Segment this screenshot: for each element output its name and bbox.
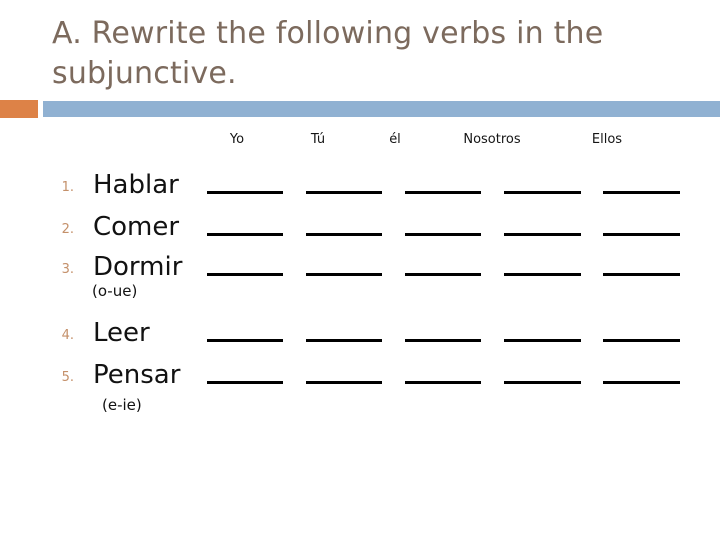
- divider-accent-blue: [43, 101, 720, 117]
- answer-blank[interactable]: [306, 233, 382, 236]
- column-header-ellos: Ellos: [591, 132, 623, 147]
- answer-blank[interactable]: [504, 273, 581, 276]
- verb-label: Pensar: [93, 360, 181, 390]
- row-number: 1.: [61, 180, 74, 195]
- slide-canvas: A. Rewrite the following verbs in the su…: [0, 0, 720, 540]
- answer-blank[interactable]: [405, 191, 481, 194]
- answer-blank[interactable]: [405, 339, 481, 342]
- answer-blank[interactable]: [603, 191, 680, 194]
- answer-blank[interactable]: [504, 339, 581, 342]
- table-row: 4. Leer: [0, 316, 720, 358]
- answer-blank[interactable]: [405, 381, 481, 384]
- row-number: 5.: [61, 370, 74, 385]
- answer-blank[interactable]: [504, 191, 581, 194]
- answer-blank[interactable]: [405, 233, 481, 236]
- answer-blank[interactable]: [207, 233, 283, 236]
- table-row: 5. Pensar: [0, 358, 720, 400]
- row-number: 2.: [61, 222, 74, 237]
- answer-blank[interactable]: [405, 273, 481, 276]
- answer-blank[interactable]: [207, 339, 283, 342]
- answer-blank[interactable]: [306, 381, 382, 384]
- table-row: 1. Hablar: [0, 168, 720, 210]
- answer-blank[interactable]: [306, 273, 382, 276]
- stem-change-note: (e-ie): [102, 396, 142, 414]
- answer-blank[interactable]: [603, 273, 680, 276]
- page-title: A. Rewrite the following verbs in the su…: [52, 16, 614, 91]
- column-header-nosotros: Nosotros: [463, 132, 521, 147]
- verb-label: Dormir: [93, 252, 183, 282]
- answer-blank[interactable]: [207, 381, 283, 384]
- verb-label: Comer: [93, 212, 180, 242]
- verb-label: Leer: [93, 318, 150, 348]
- answer-blank[interactable]: [504, 381, 581, 384]
- table-row: 2. Comer: [0, 210, 720, 252]
- answer-blank[interactable]: [306, 191, 382, 194]
- row-number: 4.: [61, 328, 74, 343]
- verb-label: Hablar: [93, 170, 179, 200]
- answer-blank[interactable]: [603, 381, 680, 384]
- answer-blank[interactable]: [306, 339, 382, 342]
- answer-blank[interactable]: [603, 233, 680, 236]
- divider-accent-orange: [0, 100, 38, 118]
- answer-blank[interactable]: [207, 273, 283, 276]
- answer-blank[interactable]: [603, 339, 680, 342]
- answer-blank[interactable]: [207, 191, 283, 194]
- answer-blank[interactable]: [504, 233, 581, 236]
- stem-change-note: (o-ue): [92, 282, 138, 300]
- row-number: 3.: [61, 262, 74, 277]
